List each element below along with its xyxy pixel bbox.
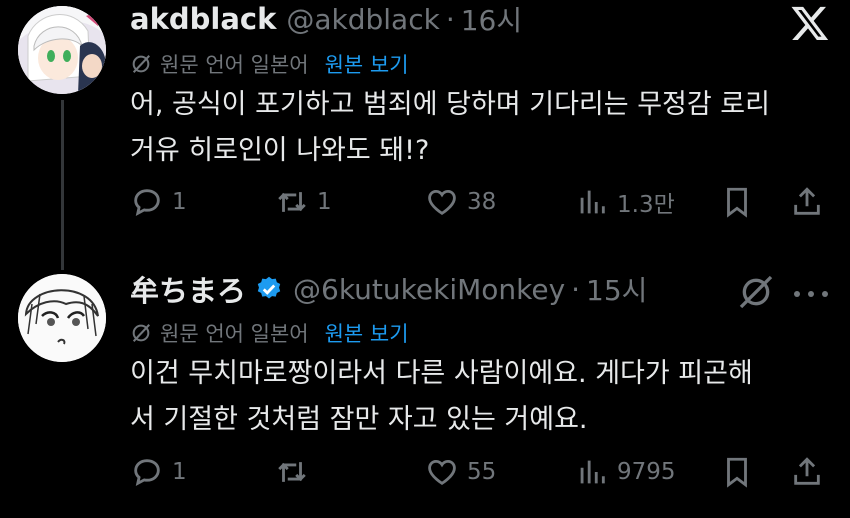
avatar[interactable] xyxy=(18,6,106,94)
thread-connector-line xyxy=(61,100,64,270)
heart-icon xyxy=(428,459,456,485)
tweet-text-line: 거유 히로인이 나와도 돼!? xyxy=(130,135,430,166)
display-name[interactable]: akdblack xyxy=(130,2,276,36)
like-button[interactable]: 38 xyxy=(425,182,496,222)
user-handle[interactable]: @akdblack xyxy=(286,3,439,36)
reply-count: 1 xyxy=(172,459,187,485)
translate-slash-icon xyxy=(132,55,150,73)
x-logo-icon[interactable] xyxy=(790,3,830,43)
views-count: 9795 xyxy=(617,459,676,485)
share-button[interactable] xyxy=(790,452,824,492)
tweet-text-line: 이건 무치마로짱이라서 다른 사람이에요. 게다가 피곤해 xyxy=(130,358,753,389)
tweet-text: 이건 무치마로짱이라서 다른 사람이에요. 게다가 피곤해 서 기절한 것처럼 … xyxy=(130,351,830,443)
show-original-link[interactable]: 원본 보기 xyxy=(325,318,409,348)
like-button[interactable]: 55 xyxy=(425,452,496,492)
views-button[interactable]: 9795 xyxy=(575,452,676,492)
reply-count: 1 xyxy=(172,189,187,215)
tweet-header: akdblack @akdblack · 16시 xyxy=(130,0,522,38)
user-handle[interactable]: @6kutukekiMonkey xyxy=(293,273,565,306)
bookmark-icon xyxy=(727,187,747,218)
bookmark-button[interactable] xyxy=(720,452,754,492)
avatar[interactable] xyxy=(18,274,106,362)
grok-icon[interactable] xyxy=(736,272,776,312)
separator-dot: · xyxy=(445,2,455,36)
tweet-text-line: 서 기절한 것처럼 잠만 자고 있는 거예요. xyxy=(130,404,588,435)
bar-chart-icon xyxy=(580,460,605,484)
heart-icon xyxy=(428,189,456,215)
separator-dot: · xyxy=(571,272,581,306)
views-count: 1.3만 xyxy=(617,192,675,218)
timestamp[interactable]: 15시 xyxy=(586,269,647,309)
more-dots-icon[interactable] xyxy=(792,289,830,299)
repost-button[interactable]: 1 xyxy=(275,182,332,222)
translation-notice: 원문 언어 일본어 원본 보기 xyxy=(130,318,409,348)
repost-button[interactable] xyxy=(275,452,317,492)
bookmark-button[interactable] xyxy=(720,182,754,222)
speech-bubble-icon xyxy=(134,459,160,487)
verified-badge-icon[interactable] xyxy=(255,275,283,303)
share-upload-icon xyxy=(794,187,820,215)
share-upload-icon xyxy=(794,457,820,485)
speech-bubble-icon xyxy=(134,189,160,217)
like-count: 38 xyxy=(467,189,497,215)
bookmark-icon xyxy=(727,457,747,488)
tweet-header: 牟ちまろ @6kutukekiMonkey · 15시 xyxy=(130,268,647,310)
action-bar: 1 1 38 1.3만 xyxy=(130,182,830,222)
views-button[interactable]: 1.3만 xyxy=(575,182,675,222)
timestamp[interactable]: 16시 xyxy=(461,0,522,39)
tweet-text: 어, 공식이 포기하고 범죄에 당하며 기다리는 무정감 로리 거유 히로인이 … xyxy=(130,82,830,174)
display-name[interactable]: 牟ちまろ xyxy=(130,268,246,310)
share-button[interactable] xyxy=(790,182,824,222)
bar-chart-icon xyxy=(580,190,605,214)
reply-button[interactable]: 1 xyxy=(130,452,187,492)
like-count: 55 xyxy=(467,459,497,485)
reply-button[interactable]: 1 xyxy=(130,182,187,222)
repost-count: 1 xyxy=(317,189,332,215)
translation-language-label: 원문 언어 일본어 xyxy=(160,53,309,77)
repost-arrows-icon xyxy=(278,462,306,482)
show-original-link[interactable]: 원본 보기 xyxy=(325,49,409,79)
action-bar: 1 55 9795 xyxy=(130,452,830,492)
translation-language-label: 원문 언어 일본어 xyxy=(160,322,309,346)
repost-arrows-icon xyxy=(278,192,306,212)
tweet-text-line: 어, 공식이 포기하고 범죄에 당하며 기다리는 무정감 로리 xyxy=(130,89,770,120)
translate-slash-icon xyxy=(132,324,150,342)
translation-notice: 원문 언어 일본어 원본 보기 xyxy=(130,49,409,79)
